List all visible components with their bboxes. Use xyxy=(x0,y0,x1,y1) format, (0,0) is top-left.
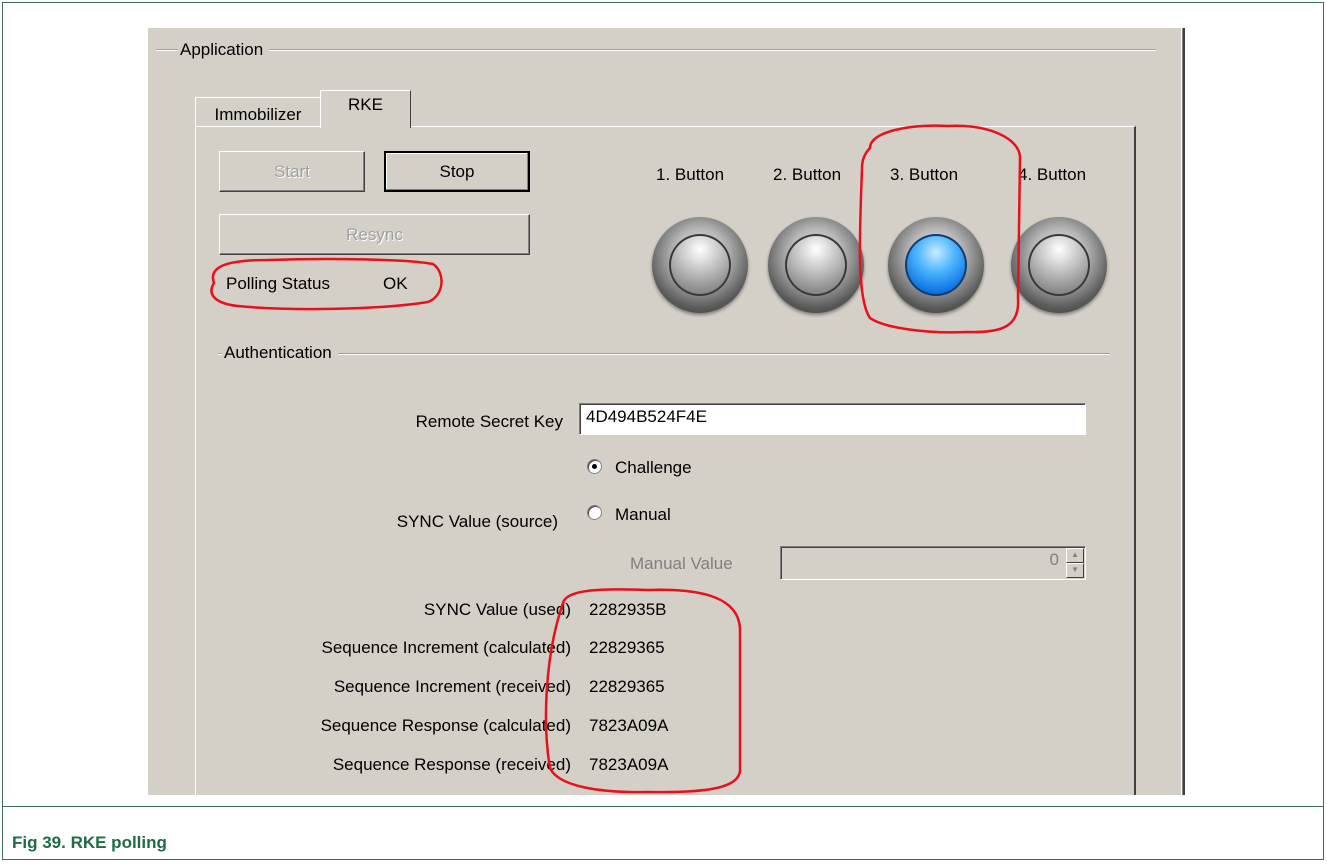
application-group-label: Application xyxy=(178,40,270,60)
result-label-seq-inc-calc: Sequence Increment (calculated) xyxy=(321,638,571,657)
button-3-indicator xyxy=(888,217,984,313)
manual-value-spinner[interactable]: ▲ ▼ xyxy=(1066,548,1084,578)
result-label-sync-used: SYNC Value (used) xyxy=(423,600,571,619)
stop-button-label: Stop xyxy=(439,161,475,181)
polling-status-label: Polling Status xyxy=(226,274,330,293)
result-value-seq-resp-recv: 7823A09A xyxy=(589,755,669,774)
result-value-seq-inc-recv: 22829365 xyxy=(589,677,665,696)
tab-rke[interactable]: RKE xyxy=(320,90,411,128)
result-value-sync-used: 2282935B xyxy=(589,600,667,619)
app-window: Application Immobilizer RKE Start Stop R… xyxy=(148,28,1185,795)
challenge-radio-label: Challenge xyxy=(615,458,692,477)
tab-rke-label: RKE xyxy=(348,95,383,114)
button-2-indicator xyxy=(768,217,864,313)
result-label-seq-inc-recv: Sequence Increment (received) xyxy=(333,677,571,696)
figure-caption: Fig 39. RKE polling xyxy=(12,833,167,852)
button-4-indicator xyxy=(1011,217,1107,313)
start-button-label: Start xyxy=(274,161,310,181)
button-1-indicator xyxy=(652,217,748,313)
resync-button[interactable]: Resync xyxy=(219,214,530,255)
result-value-seq-inc-calc: 22829365 xyxy=(589,638,665,657)
button-4-label: 4. Button xyxy=(1018,165,1087,184)
manual-value-label: Manual Value xyxy=(630,554,733,573)
authentication-group-line xyxy=(218,353,1110,355)
window-right-border xyxy=(1181,28,1185,795)
start-button[interactable]: Start xyxy=(219,151,365,192)
manual-value-input[interactable]: 0 xyxy=(780,546,1086,580)
remote-secret-key-label: Remote Secret Key xyxy=(415,412,563,431)
button-1-label: 1. Button xyxy=(656,165,725,184)
stop-button[interactable]: Stop xyxy=(384,151,530,192)
result-label-seq-resp-calc: Sequence Response (calculated) xyxy=(320,716,571,735)
authentication-group-label: Authentication xyxy=(222,343,338,363)
remote-secret-key-input[interactable]: 4D494B524F4E xyxy=(579,403,1086,435)
resync-button-label: Resync xyxy=(346,224,403,244)
spin-up-icon[interactable]: ▲ xyxy=(1066,548,1084,563)
button-3-label: 3. Button xyxy=(890,165,959,184)
challenge-radio[interactable] xyxy=(587,459,602,474)
button-2-label: 2. Button xyxy=(773,165,842,184)
tab-immobilizer[interactable]: Immobilizer xyxy=(195,97,321,127)
figure-divider xyxy=(2,806,1324,807)
sync-source-label: SYNC Value (source) xyxy=(396,512,558,531)
result-value-seq-resp-calc: 7823A09A xyxy=(589,716,669,735)
tab-immobilizer-label: Immobilizer xyxy=(214,105,302,124)
manual-radio[interactable] xyxy=(587,505,602,520)
polling-status-value: OK xyxy=(383,274,408,293)
result-label-seq-resp-recv: Sequence Response (received) xyxy=(332,755,571,774)
spin-down-icon[interactable]: ▼ xyxy=(1066,563,1084,578)
application-group-line xyxy=(156,49,1156,51)
manual-radio-label: Manual xyxy=(615,505,671,524)
